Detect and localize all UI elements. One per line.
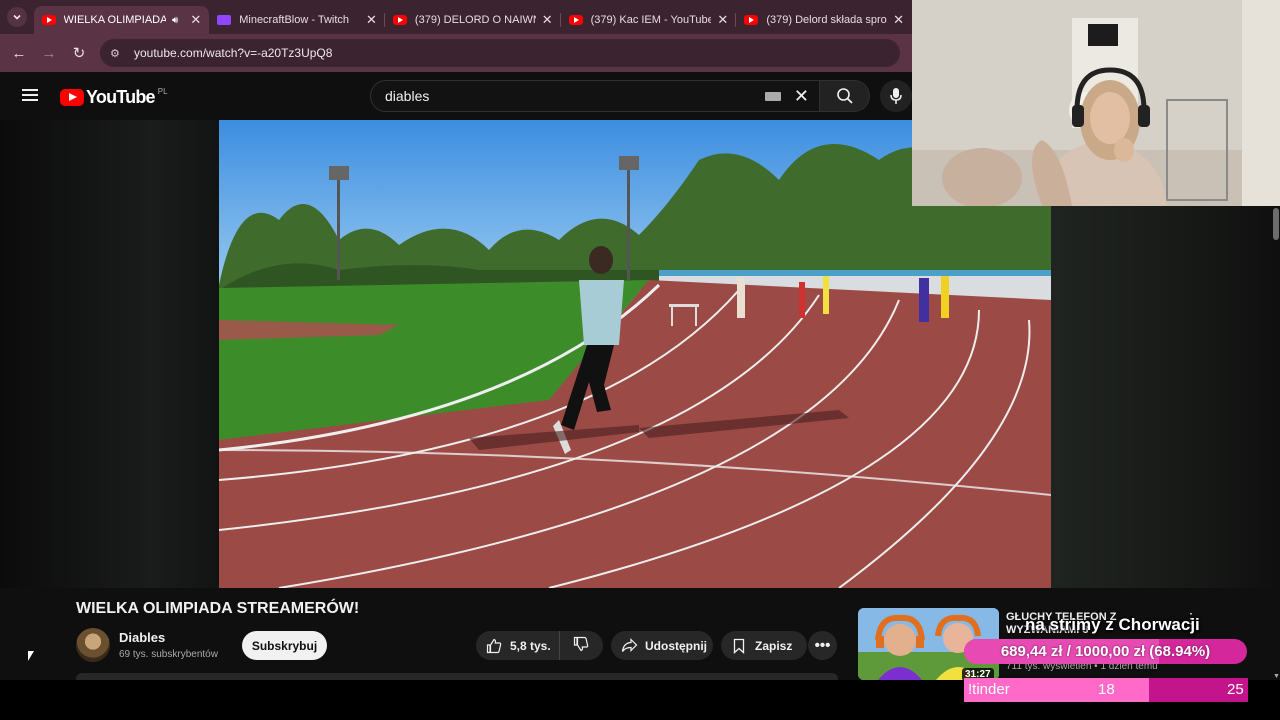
reload-icon[interactable]: ↻: [64, 44, 94, 62]
close-tab-icon[interactable]: ✕: [893, 12, 904, 28]
keyboard-icon[interactable]: [765, 92, 781, 101]
scroll-down-arrow-icon[interactable]: ▼: [1273, 673, 1280, 680]
youtube-icon: [392, 15, 407, 25]
bookmark-icon: [733, 638, 745, 654]
tab-delord-sklada[interactable]: (379) Delord składa sprośne ✕: [736, 6, 912, 34]
youtube-logo[interactable]: YouTube PL: [60, 87, 168, 108]
mouse-cursor-icon: [28, 651, 34, 661]
donation-goal-bar: 689,44 zł / 1000,00 zł (68.94%): [964, 639, 1247, 664]
scrollbar-thumb[interactable]: [1273, 208, 1279, 240]
like-button[interactable]: 5,8 tys.: [476, 631, 560, 660]
close-tab-icon[interactable]: ✕: [366, 12, 377, 28]
like-count: 5,8 tys.: [510, 638, 551, 653]
share-button[interactable]: Udostępnij: [611, 631, 713, 660]
thumbs-down-icon: [573, 636, 589, 652]
country-code: PL: [157, 87, 168, 96]
tab-title: WIELKA OLIMPIADA STREAMERÓW!: [63, 14, 166, 26]
youtube-icon: [41, 15, 56, 25]
youtube-header: YouTube PL diables ✕: [0, 72, 912, 120]
channel-subscriber-count: 69 tys. subskrybentów: [119, 649, 218, 660]
tab-search-button[interactable]: [0, 0, 34, 34]
url-text: youtube.com/watch?v=-a20Tz3UpQ8: [134, 46, 333, 60]
description-box[interactable]: [76, 673, 838, 680]
address-bar[interactable]: ⚙︎ youtube.com/watch?v=-a20Tz3UpQ8: [100, 39, 900, 67]
dislike-button[interactable]: [560, 636, 602, 655]
more-horizontal-icon: •••: [814, 637, 831, 654]
tab-delord-o-naiwnosci[interactable]: (379) DELORD O NAIWNOŚCI ✕: [385, 6, 561, 34]
more-actions-button[interactable]: •••: [808, 631, 837, 660]
youtube-icon: [744, 15, 759, 25]
browser-tab-bar: WIELKA OLIMPIADA STREAMERÓW! 🔊︎ ✕ Minecr…: [0, 0, 912, 34]
back-arrow-icon[interactable]: ←: [4, 45, 34, 62]
site-settings-icon[interactable]: ⚙︎: [110, 47, 124, 60]
voice-search-button[interactable]: [880, 80, 912, 112]
search-value: diables: [385, 88, 430, 104]
stream-goal-title: na strimy z Chorwacji: [1025, 615, 1200, 634]
share-icon: [621, 638, 638, 652]
search-icon: [836, 88, 853, 104]
logo-text: YouTube: [86, 87, 156, 107]
microphone-icon: [890, 88, 902, 104]
channel-name[interactable]: Diables: [119, 630, 165, 645]
tab-title: MinecraftBlow - Twitch: [239, 14, 350, 26]
tab-minecraftblow-twitch[interactable]: MinecraftBlow - Twitch ✕: [209, 6, 385, 34]
streamer-webcam: [912, 0, 1280, 206]
hamburger-menu-icon[interactable]: [22, 89, 38, 101]
close-tab-icon[interactable]: ✕: [190, 12, 201, 28]
save-label: Zapisz: [755, 638, 793, 653]
tab-title: (379) Delord składa sprośne: [766, 14, 887, 26]
tinder-poll-label: !tinder: [968, 681, 1010, 698]
share-label: Udostępnij: [645, 638, 707, 653]
donation-goal-text: 689,44 zł / 1000,00 zł (68.94%): [1000, 643, 1211, 660]
thumbs-up-icon: [486, 638, 502, 653]
twitch-icon: [217, 15, 232, 25]
close-tab-icon[interactable]: ✕: [542, 12, 553, 28]
save-button[interactable]: Zapisz: [721, 631, 807, 660]
tinder-poll-count-b: 25: [1227, 681, 1244, 698]
webcam-feed: [912, 0, 1280, 206]
forward-arrow-icon[interactable]: →: [34, 45, 64, 62]
close-tab-icon[interactable]: ✕: [717, 12, 728, 28]
tab-kac-iem[interactable]: (379) Kac IEM - YouTube ✕: [561, 6, 737, 34]
like-dislike-group: 5,8 tys.: [476, 631, 603, 660]
browser-toolbar: ← → ↻ ⚙︎ youtube.com/watch?v=-a20Tz3UpQ8: [0, 34, 912, 72]
tab-title: (379) DELORD O NAIWNOŚCI: [414, 14, 536, 26]
clear-search-icon[interactable]: ✕: [794, 86, 809, 107]
channel-avatar[interactable]: [76, 628, 110, 662]
youtube-icon: [568, 15, 583, 25]
page-scrollbar[interactable]: ▼: [1272, 206, 1280, 680]
speaker-icon[interactable]: 🔊︎: [172, 15, 178, 26]
video-title: WIELKA OLIMPIADA STREAMERÓW!: [76, 600, 360, 617]
search-button[interactable]: [820, 80, 870, 112]
youtube-play-icon: [60, 89, 84, 106]
tab-title: (379) Kac IEM - YouTube: [590, 14, 712, 26]
tinder-poll-count-a: 18: [1098, 681, 1115, 698]
chevron-down-icon: [13, 14, 21, 20]
tab-wielka-olimpiada[interactable]: WIELKA OLIMPIADA STREAMERÓW! 🔊︎ ✕: [33, 6, 210, 34]
subscribe-button[interactable]: Subskrybuj: [242, 631, 327, 660]
search-input[interactable]: diables ✕: [370, 80, 820, 112]
